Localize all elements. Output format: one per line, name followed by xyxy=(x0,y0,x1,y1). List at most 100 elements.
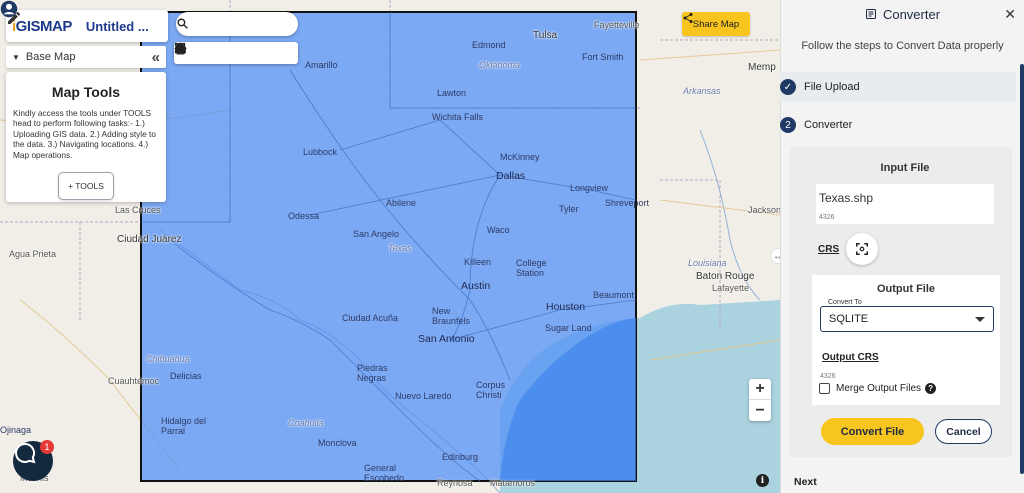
layers-icon[interactable] xyxy=(175,45,293,61)
map-label: Coahuila xyxy=(288,418,324,428)
info-icon[interactable]: i xyxy=(756,474,769,487)
map-label: Tulsa xyxy=(533,30,558,41)
map-label: Agua Prieta xyxy=(9,249,57,259)
map-label: Ojinaga xyxy=(0,425,32,435)
search-input[interactable] xyxy=(176,12,272,36)
map-label: Ciudad Acuña xyxy=(342,313,399,323)
print-icon[interactable] xyxy=(175,43,234,61)
dropdown-arrow-icon xyxy=(975,317,985,322)
map-label: Reynosa xyxy=(437,478,473,488)
input-file-name: Texas.shp xyxy=(819,191,874,205)
map-label: Tyler xyxy=(559,204,579,214)
output-file-heading: Output File xyxy=(876,283,936,295)
map-label: Lubbock xyxy=(303,147,338,157)
map-canvas[interactable]: Tulsa Fayetteville Edmond Oklahoma Fort Smit… xyxy=(0,0,780,493)
output-file-card: Output File Convert To SQLITE Output CRS… xyxy=(812,275,1000,405)
map-label: General Escobedo xyxy=(364,463,405,483)
output-crs-value: 4326 xyxy=(820,373,836,380)
zoom-search-icon[interactable] xyxy=(175,43,254,61)
map-label: Memp xyxy=(748,62,776,73)
chat-bubble-icon xyxy=(15,442,36,464)
map-label: Longview xyxy=(570,183,609,193)
map-label: Edmond xyxy=(472,40,506,50)
map-label: Piedras Negras xyxy=(357,363,388,383)
convert-to-label: Convert To xyxy=(826,299,864,306)
close-icon[interactable]: ✕ xyxy=(1004,6,1016,23)
search-icon[interactable] xyxy=(176,17,189,30)
map-toolbar xyxy=(174,42,298,64)
converter-icon xyxy=(865,9,876,19)
map-label: Odessa xyxy=(288,211,320,221)
map-label: Amarillo xyxy=(305,60,338,70)
map-label: Delicias xyxy=(170,371,202,381)
map-label: Beaumont xyxy=(593,290,635,300)
app-header: iGISMAP Untitled ... xyxy=(6,10,168,42)
map-label: Lawton xyxy=(437,88,467,98)
logo-text: GISMAP xyxy=(15,17,73,35)
map-label: Edinburg xyxy=(442,452,479,462)
tools-button[interactable]: + TOOLS xyxy=(58,172,114,201)
collapse-icon[interactable]: « xyxy=(152,49,160,66)
map-label: Dallas xyxy=(496,170,526,182)
map-label: Houston xyxy=(546,301,586,313)
panel-scrollbar[interactable] xyxy=(1020,64,1024,474)
convert-to-value: SQLITE xyxy=(829,313,869,325)
basemap-toggle[interactable]: ▼ Base Map « xyxy=(6,46,166,68)
caret-down-icon: ▼ xyxy=(12,52,20,62)
fullscreen-icon[interactable] xyxy=(174,42,214,61)
map-label: Abilene xyxy=(386,198,417,208)
zoom-out-button[interactable]: − xyxy=(749,400,771,421)
panel-header: Converter ✕ xyxy=(781,0,1024,28)
convert-to-select[interactable]: SQLITE xyxy=(820,306,994,332)
measure-icon[interactable] xyxy=(175,45,273,61)
merge-output-label: Merge Output Files xyxy=(836,383,922,394)
map-label: San Angelo xyxy=(353,229,400,239)
share-map-button[interactable]: Share Map xyxy=(682,12,750,36)
map-label: Oklahoma xyxy=(479,60,521,70)
map-label: Hidalgo del Parral xyxy=(161,416,207,436)
next-step-label[interactable]: Next xyxy=(794,476,817,488)
map-label: Fayetteville xyxy=(594,20,640,30)
panel-subtitle: Follow the steps to Convert Data properl… xyxy=(801,40,1004,52)
map-label: McKinney xyxy=(500,152,540,162)
panel-title: Converter xyxy=(882,6,941,22)
crs-link[interactable]: CRS xyxy=(818,244,839,255)
zoom-in-button[interactable]: + xyxy=(749,379,771,400)
input-file-box: Texas.shp 4326 xyxy=(816,184,994,224)
convert-file-button[interactable]: Convert File xyxy=(821,418,924,445)
crosshair-icon xyxy=(856,243,868,255)
step-label: Converter xyxy=(804,119,853,131)
check-icon: ✓ xyxy=(780,79,796,95)
merge-output-checkbox[interactable] xyxy=(819,383,830,394)
map-label: Shreveport xyxy=(605,198,650,208)
share-icon xyxy=(683,13,693,23)
input-file-heading: Input File xyxy=(880,162,930,174)
user-account-icon[interactable] xyxy=(0,0,18,18)
map-label: Monclova xyxy=(318,438,357,448)
map-label: Austin xyxy=(461,280,491,292)
help-icon[interactable]: ? xyxy=(925,383,937,394)
zoom-control: + − xyxy=(749,379,771,421)
map-label: Louisiana xyxy=(688,258,727,268)
map-label: Wichita Falls xyxy=(432,112,484,122)
chat-badge: 1 xyxy=(40,440,54,454)
map-label: Jackson xyxy=(748,205,780,215)
map-tools-description: Kindly access the tools under TOOLS head… xyxy=(13,108,156,160)
basemap-label: Base Map xyxy=(25,51,76,63)
map-label: Waco xyxy=(487,225,510,235)
map-search xyxy=(176,12,298,36)
output-crs-link[interactable]: Output CRS xyxy=(822,352,879,363)
document-title[interactable]: Untitled ... xyxy=(86,19,149,34)
map-label: Sugar Land xyxy=(545,323,592,333)
map-label: College Station xyxy=(516,258,547,278)
step-file-upload[interactable]: ✓ File Upload xyxy=(780,72,1016,102)
step-converter[interactable]: 2 Converter xyxy=(780,110,1016,140)
map-label: Las Cruces xyxy=(115,205,161,215)
share-label: Share Map xyxy=(692,18,740,30)
crs-select-button[interactable] xyxy=(846,233,878,265)
map-label: Ciudad Juárez xyxy=(117,234,182,245)
map-label: Fort Smith xyxy=(582,52,624,62)
map-label: Chihuahua xyxy=(146,354,190,364)
map-label: Arkansas xyxy=(683,86,721,96)
cancel-button[interactable]: Cancel xyxy=(935,419,992,444)
